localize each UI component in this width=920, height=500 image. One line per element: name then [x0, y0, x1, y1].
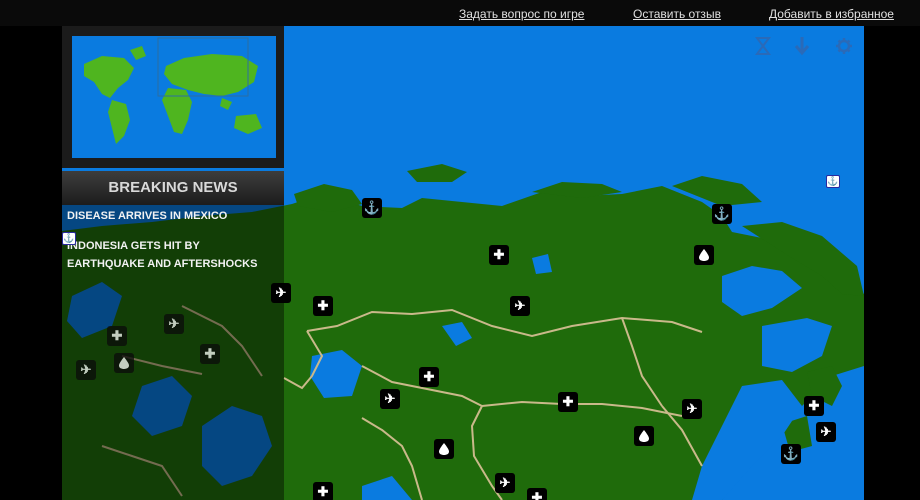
airplane-icon[interactable]: ✈ — [380, 389, 400, 409]
airplane-icon[interactable]: ✈ — [495, 473, 515, 493]
hospital-cross-icon[interactable]: ✚ — [804, 396, 824, 416]
hospital-cross-icon[interactable]: ✚ — [313, 482, 333, 500]
ship-icon[interactable]: ⚓ — [826, 175, 840, 188]
water-drop-icon[interactable] — [114, 353, 134, 373]
airplane-icon[interactable]: ✈ — [682, 399, 702, 419]
minimap-world — [84, 37, 262, 144]
download-arrow-icon[interactable] — [793, 36, 811, 56]
anchor-icon[interactable]: ⚓ — [362, 198, 382, 218]
ship-icon[interactable]: ⚓ — [62, 232, 76, 245]
game-viewport[interactable]: BREAKING NEWS DISEASE ARRIVES IN MEXICO … — [62, 26, 864, 500]
hospital-cross-icon[interactable]: ✚ — [527, 488, 547, 500]
water-drop-icon[interactable] — [434, 439, 454, 459]
news-list: DISEASE ARRIVES IN MEXICO INDONESIA GETS… — [62, 205, 284, 500]
hospital-cross-icon[interactable]: ✚ — [107, 326, 127, 346]
hospital-cross-icon[interactable]: ✚ — [200, 344, 220, 364]
airplane-icon[interactable]: ✈ — [271, 283, 291, 303]
hospital-cross-icon[interactable]: ✚ — [313, 296, 333, 316]
hospital-cross-icon[interactable]: ✚ — [489, 245, 509, 265]
hospital-cross-icon[interactable]: ✚ — [558, 392, 578, 412]
minimap-frame — [62, 26, 284, 168]
top-bar: Задать вопрос по игре Оставить отзыв Доб… — [0, 0, 920, 26]
airplane-icon[interactable]: ✈ — [164, 314, 184, 334]
leave-review-link[interactable]: Оставить отзыв — [633, 7, 721, 21]
land-island-north-2 — [407, 164, 467, 182]
water-drop-icon[interactable] — [694, 245, 714, 265]
water-drop-icon[interactable] — [634, 426, 654, 446]
minimap[interactable] — [72, 36, 276, 158]
add-to-favorites-link[interactable]: Добавить в избранное — [769, 7, 894, 21]
news-item: INDONESIA GETS HIT BY EARTHQUAKE AND AFT… — [67, 240, 258, 270]
news-item: DISEASE ARRIVES IN MEXICO — [67, 210, 228, 222]
left-panel: BREAKING NEWS DISEASE ARRIVES IN MEXICO … — [62, 26, 284, 500]
ask-question-link[interactable]: Задать вопрос по игре — [459, 7, 584, 21]
hourglass-icon[interactable] — [754, 36, 772, 56]
breaking-news-header: BREAKING NEWS — [62, 171, 284, 205]
hospital-cross-icon[interactable]: ✚ — [419, 367, 439, 387]
anchor-icon[interactable]: ⚓ — [781, 444, 801, 464]
airplane-icon[interactable]: ✈ — [816, 422, 836, 442]
airplane-icon[interactable]: ✈ — [510, 296, 530, 316]
airplane-icon[interactable]: ✈ — [76, 360, 96, 380]
anchor-icon[interactable]: ⚓ — [712, 204, 732, 224]
gear-icon[interactable] — [835, 36, 853, 56]
